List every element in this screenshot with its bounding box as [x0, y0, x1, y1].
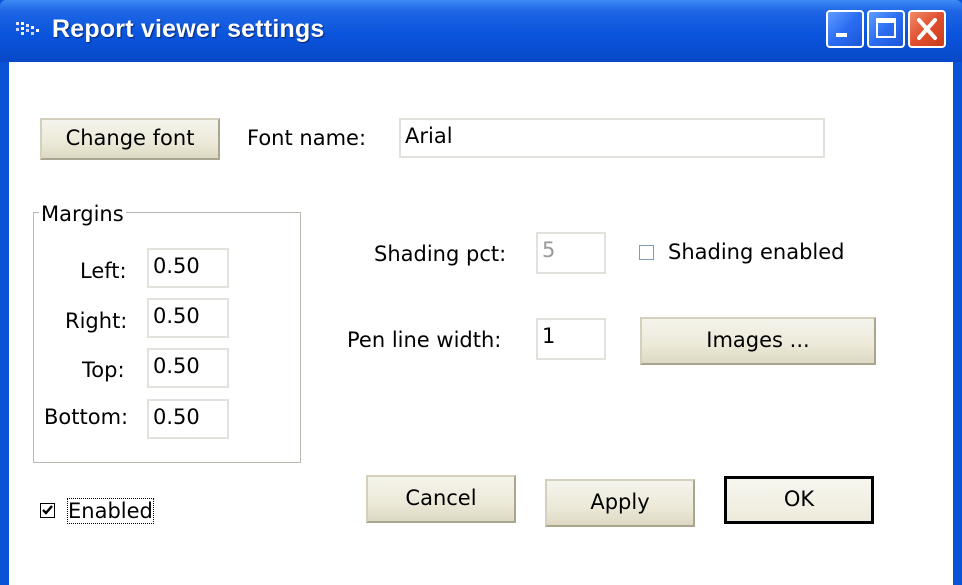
settings-window: Report viewer settings Change font Font … — [0, 0, 962, 585]
maximize-button[interactable] — [867, 10, 905, 48]
shading-pct-label: Shading pct: — [374, 242, 507, 266]
margin-bottom-label: Bottom: — [44, 405, 129, 429]
apply-button[interactable]: Apply — [545, 479, 695, 527]
pen-width-label: Pen line width: — [347, 328, 502, 352]
margins-group-title: Margins — [39, 202, 126, 226]
close-button[interactable] — [908, 10, 946, 48]
shading-pct-field: 5 — [536, 232, 606, 274]
maximize-icon — [876, 18, 896, 38]
window-title: Report viewer settings — [52, 15, 325, 43]
margin-left-field[interactable]: 0.50 — [147, 248, 229, 288]
enabled-checkbox[interactable] — [40, 503, 55, 518]
margin-top-field[interactable]: 0.50 — [147, 348, 229, 388]
minimize-button[interactable] — [826, 10, 864, 48]
title-bar[interactable]: Report viewer settings — [0, 0, 962, 62]
report-app-icon — [16, 22, 39, 35]
change-font-button[interactable]: Change font — [40, 118, 220, 160]
margin-left-label: Left: — [80, 259, 127, 283]
margin-right-field[interactable]: 0.50 — [147, 298, 229, 338]
minimize-icon — [836, 33, 847, 37]
enabled-label[interactable]: Enabled — [67, 498, 154, 524]
ok-button[interactable]: OK — [724, 476, 874, 524]
cancel-button[interactable]: Cancel — [366, 475, 516, 523]
margin-right-label: Right: — [65, 309, 128, 333]
close-icon — [917, 18, 937, 40]
shading-enabled-checkbox[interactable] — [639, 245, 654, 260]
margin-top-label: Top: — [82, 358, 125, 382]
pen-width-field[interactable]: 1 — [536, 318, 606, 360]
shading-enabled-label[interactable]: Shading enabled — [668, 240, 845, 264]
font-name-label: Font name: — [247, 126, 367, 150]
checkmark-icon — [42, 505, 53, 515]
dialog-client-area: Change font Font name: Arial Margins Lef… — [9, 62, 953, 585]
margin-bottom-field[interactable]: 0.50 — [147, 399, 229, 439]
font-name-field[interactable]: Arial — [399, 118, 825, 158]
images-button[interactable]: Images ... — [640, 317, 876, 365]
